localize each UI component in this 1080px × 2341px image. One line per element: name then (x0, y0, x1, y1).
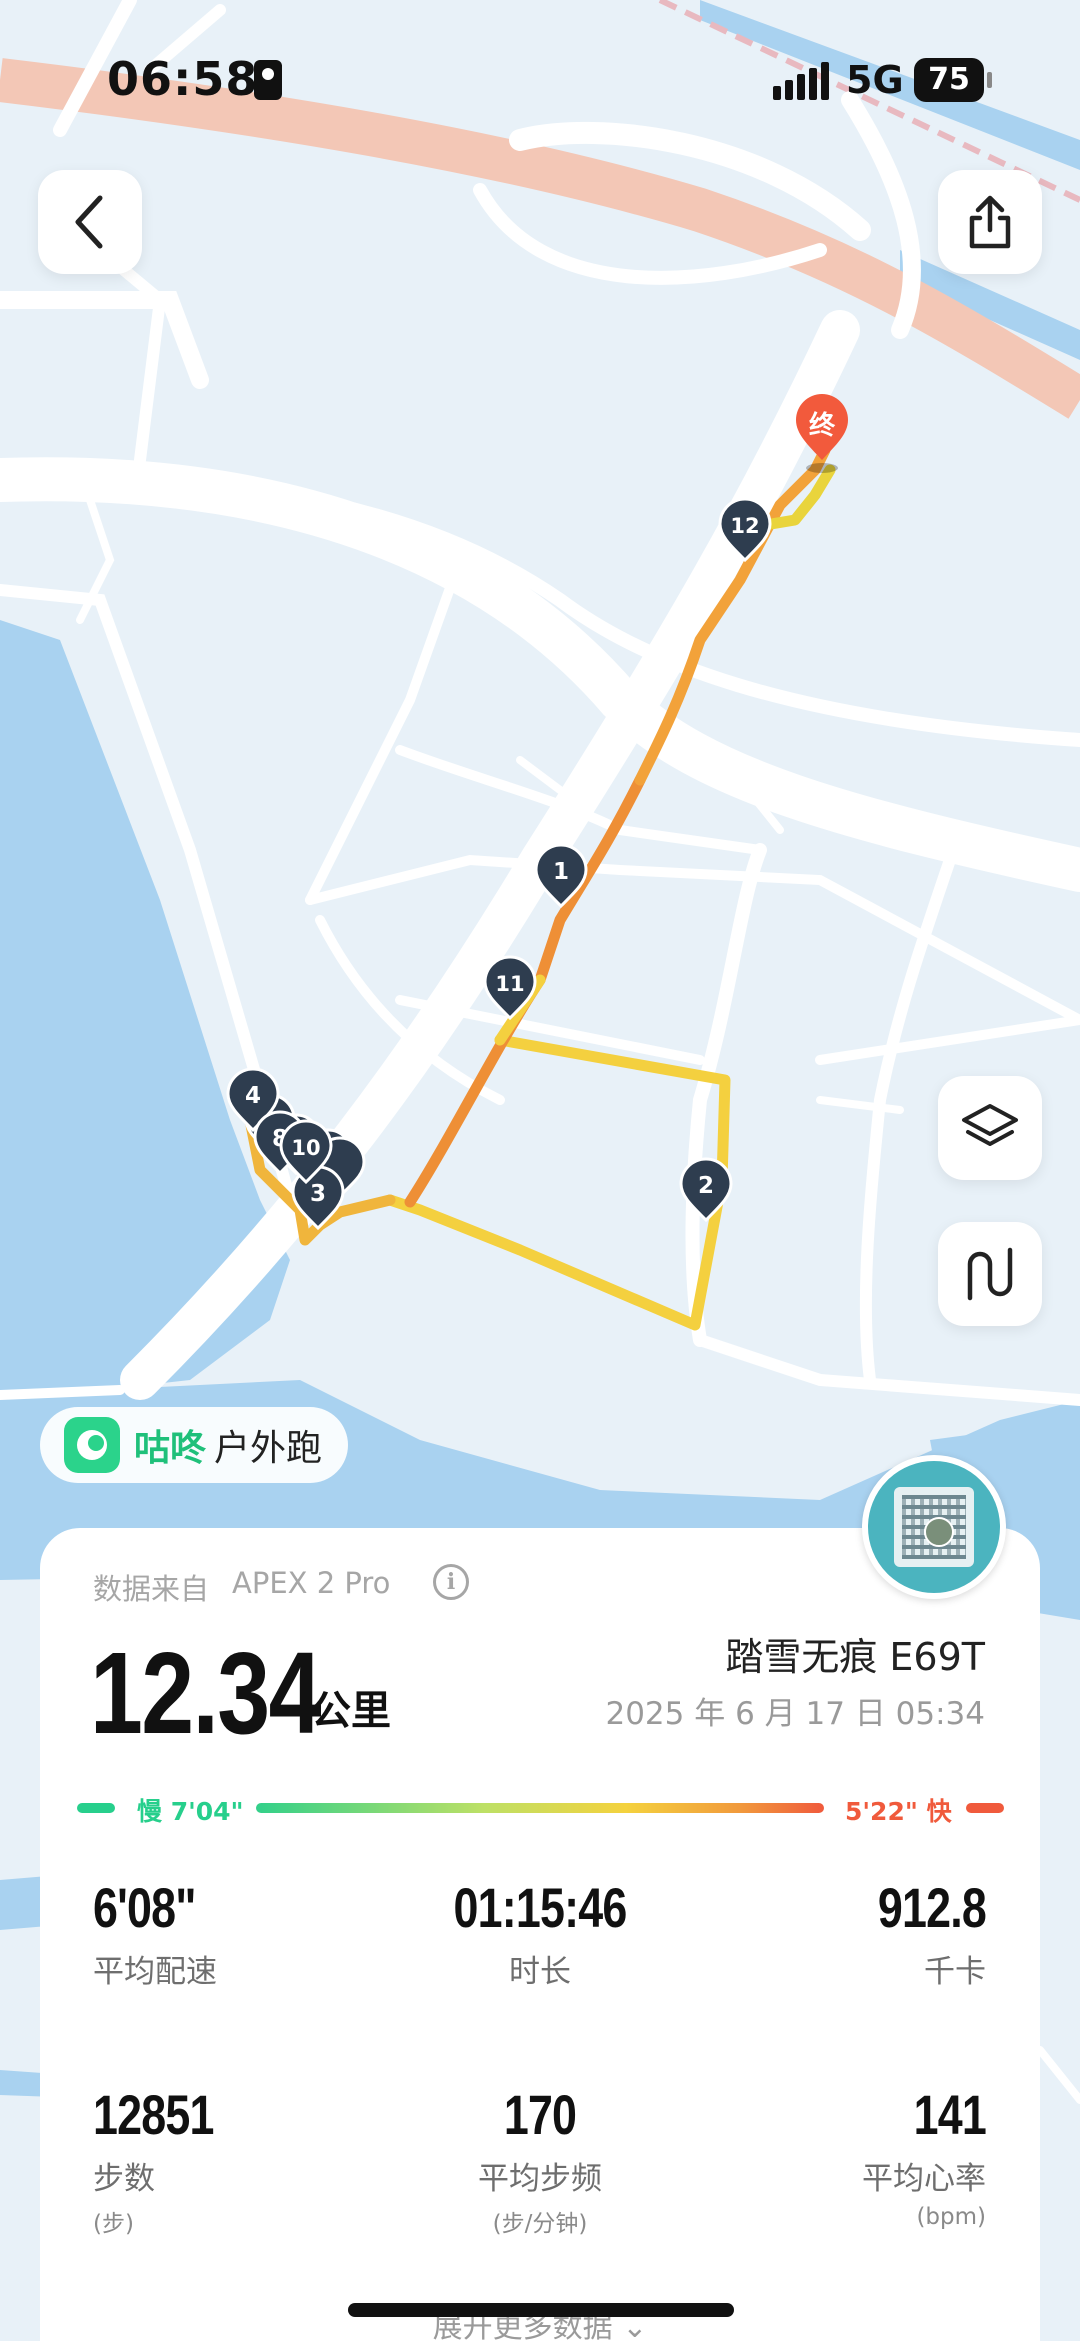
status-bar: 06:58 5G 75 (0, 0, 1080, 150)
stat-value: 6'08" (93, 1876, 196, 1939)
stat-value: 912.8 (877, 1876, 987, 1939)
split-marker-label: 11 (495, 972, 524, 996)
stat-avg-pace: 6'08" 平均配速 (93, 1875, 393, 1991)
split-marker-label: 4 (245, 1083, 261, 1109)
stat-label: 平均步频 (478, 2161, 602, 2197)
home-indicator[interactable] (348, 2303, 734, 2317)
route-curve-icon (967, 1247, 1013, 1301)
svg-text:终: 终 (809, 410, 836, 441)
share-icon (969, 195, 1011, 249)
avatar (924, 1517, 954, 1547)
battery-icon: 75 (914, 58, 992, 102)
pace-fast-cap (966, 1803, 1004, 1813)
status-time: 06:58 (107, 52, 259, 106)
pace-slow-cap (77, 1803, 115, 1813)
stat-label: 平均配速 (93, 1954, 217, 1990)
back-button[interactable] (38, 170, 142, 274)
stat-value: 141 (913, 2083, 987, 2146)
split-marker-label: 2 (698, 1173, 714, 1199)
stat-heart-rate: 141 平均心率 (bpm) (686, 2082, 987, 2230)
stat-cadence: 170 平均步频 (步/分钟) (390, 2082, 690, 2238)
data-source-device: APEX 2 Pro (232, 1566, 391, 1600)
data-source-label: 数据来自 (93, 1572, 210, 1606)
map-layers-button[interactable] (938, 1076, 1042, 1180)
split-marker-label: 3 (310, 1181, 326, 1207)
stat-label: 平均心率 (862, 2161, 986, 2197)
split-marker-label: 12 (730, 514, 759, 538)
distance-value: 12.34 (90, 1628, 321, 1758)
stat-unit: (步/分钟) (492, 2211, 588, 2237)
split-marker-label: 1 (553, 859, 569, 885)
share-button[interactable] (938, 170, 1042, 274)
pace-fast-label: 5'22" 快 (845, 1797, 952, 1826)
activity-type: 户外跑 (214, 1428, 323, 1469)
stat-value: 12851 (93, 2083, 214, 2146)
pace-slow-label: 慢 7'04" (137, 1797, 244, 1826)
stat-unit: (步) (93, 2211, 134, 2237)
activity-datetime: 2025 年 6 月 17 日 05:34 (605, 1696, 985, 1732)
stat-label: 时长 (509, 1954, 571, 1990)
chevron-left-icon (75, 195, 103, 249)
distance-unit: 公里 (311, 1688, 391, 1734)
qr-avatar-badge[interactable] (862, 1455, 1006, 1599)
stat-duration: 01:15:46 时长 (390, 1875, 690, 1991)
network-type: 5G (846, 58, 904, 102)
shoe-name[interactable]: 踏雪无痕 E69T (725, 1626, 985, 1681)
stat-steps: 12851 步数 (步) (93, 2082, 393, 2238)
codoon-logo-icon (64, 1417, 120, 1473)
activity-brand-pill: 咕咚 户外跑 (40, 1407, 348, 1483)
pace-gradient-bar (256, 1803, 824, 1813)
route-mode-button[interactable] (938, 1222, 1042, 1326)
brand-name: 咕咚 (134, 1428, 207, 1469)
stat-label: 千卡 (924, 1954, 986, 1990)
info-icon[interactable]: i (433, 1564, 469, 1600)
stat-value: 170 (503, 2083, 577, 2146)
split-marker-label: 10 (291, 1136, 320, 1160)
stat-calories: 912.8 千卡 (686, 1875, 987, 1991)
stat-value: 01:15:46 (453, 1876, 628, 1939)
layers-icon (962, 1104, 1018, 1146)
stat-label: 步数 (93, 2161, 155, 2197)
signal-icon (773, 60, 831, 100)
id-card-icon (254, 60, 282, 100)
stat-unit: (bpm) (916, 2204, 986, 2230)
